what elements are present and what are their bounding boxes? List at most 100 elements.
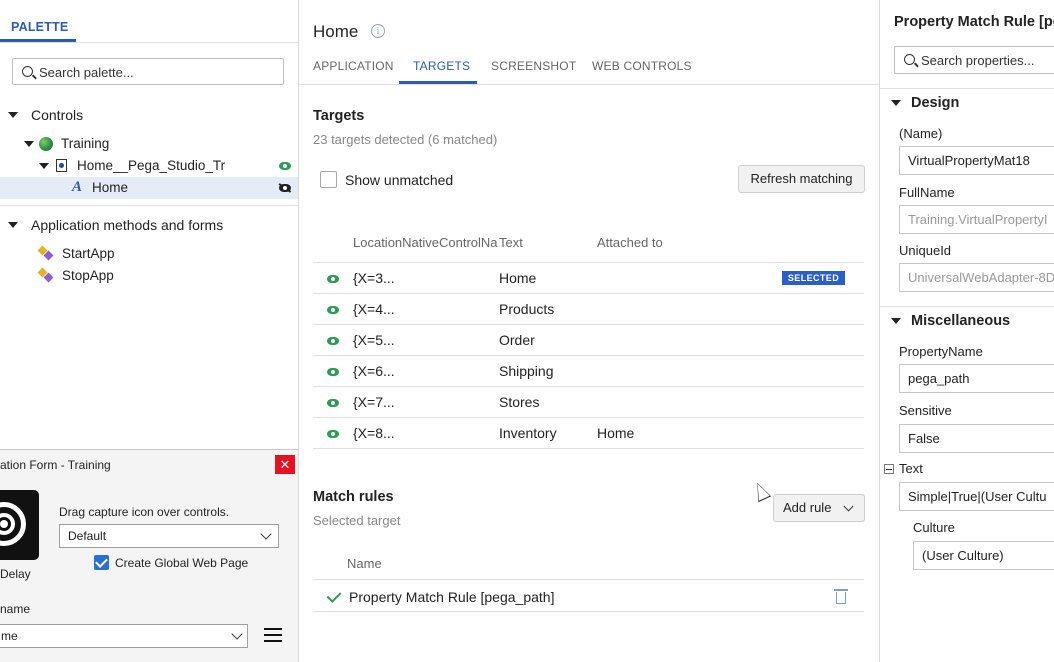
- eye-icon[interactable]: [327, 368, 339, 376]
- search-palette-placeholder: Search palette...: [39, 65, 134, 80]
- tab-targets[interactable]: TARGETS: [413, 59, 470, 73]
- method-stopapp[interactable]: StopApp: [62, 268, 114, 283]
- collapse-text-icon[interactable]: [884, 464, 894, 474]
- name-select[interactable]: me: [0, 624, 248, 648]
- row-location: {X=5...: [353, 332, 395, 348]
- tree-item-page[interactable]: Home__Pega_Studio_Tr: [77, 158, 225, 173]
- propertyname-field[interactable]: pega_path: [899, 364, 1054, 393]
- uniqueid-field[interactable]: UniversalWebAdapter-8D: [899, 263, 1054, 292]
- capture-instruction: Drag capture icon over controls.: [59, 505, 230, 519]
- rule-name[interactable]: Property Match Rule [pega_path]: [349, 589, 554, 605]
- divider: [0, 42, 298, 43]
- divider: [313, 386, 864, 387]
- tree-item-home[interactable]: Home: [92, 180, 128, 195]
- menu-icon[interactable]: [264, 628, 282, 643]
- column-header-attached[interactable]: Attached to: [597, 235, 663, 250]
- match-rules-sub: Selected target: [313, 513, 401, 528]
- global-web-page-checkbox[interactable]: [94, 555, 109, 570]
- name-label: name: [0, 602, 31, 616]
- search-palette-input[interactable]: Search palette...: [12, 58, 284, 85]
- misc-collapse-icon[interactable]: [891, 318, 901, 324]
- name-value: me: [1, 629, 18, 643]
- culture-field[interactable]: (User Culture): [913, 541, 1054, 570]
- controls-collapse-icon[interactable]: [8, 112, 18, 118]
- add-rule-button[interactable]: Add rule: [773, 494, 865, 522]
- design-collapse-icon[interactable]: [891, 100, 901, 106]
- show-unmatched-checkbox[interactable]: [320, 171, 337, 188]
- sensitive-label: Sensitive: [899, 403, 952, 418]
- training-expand-icon[interactable]: [24, 141, 34, 147]
- visible-eye-icon[interactable]: [279, 162, 291, 170]
- page-expand-icon[interactable]: [39, 163, 49, 169]
- row-location: {X=3...: [353, 270, 395, 286]
- divider: [313, 579, 864, 580]
- capture-mode-value: Default: [68, 529, 107, 543]
- column-header-text[interactable]: Text: [499, 235, 523, 250]
- divider: [313, 417, 864, 418]
- delay-label: Delay: [0, 567, 31, 581]
- row-text: Home: [499, 270, 537, 286]
- divider: [313, 611, 864, 612]
- capture-target-icon[interactable]: [0, 490, 39, 560]
- match-rules-heading: Match rules: [313, 489, 394, 505]
- name-property-field[interactable]: VirtualPropertyMat18: [899, 146, 1054, 175]
- properties-title: Property Match Rule [pe: [894, 14, 1054, 30]
- eye-icon[interactable]: [327, 430, 339, 438]
- method-startapp[interactable]: StartApp: [62, 246, 115, 261]
- divider: [299, 84, 879, 85]
- controls-section-title[interactable]: Controls: [31, 107, 83, 123]
- divider: [313, 448, 864, 449]
- row-text: Products: [499, 301, 555, 317]
- column-header-location[interactable]: LocationNativeControlNa: [353, 235, 499, 250]
- eye-icon[interactable]: [327, 275, 339, 283]
- row-text: Shipping: [499, 363, 554, 379]
- divider: [880, 88, 1054, 89]
- method-icon: [37, 245, 54, 261]
- tab-screenshot[interactable]: SCREENSHOT: [491, 59, 576, 73]
- row-text: Order: [499, 332, 535, 348]
- methods-section-title[interactable]: Application methods and forms: [31, 217, 223, 233]
- tree-item-selected-row[interactable]: [0, 177, 298, 199]
- tab-application[interactable]: APPLICATION: [313, 59, 394, 73]
- fullname-field[interactable]: Training.VirtualPropertyI: [899, 205, 1054, 234]
- uniqueid-value: UniversalWebAdapter-8D: [908, 270, 1054, 285]
- divider: [313, 355, 864, 356]
- text-field[interactable]: Simple|True|(User Cultu: [899, 482, 1054, 511]
- tree-item-training[interactable]: Training: [61, 136, 109, 151]
- row-attached: Home: [597, 425, 635, 441]
- row-location: {X=7...: [353, 394, 395, 410]
- tab-web-controls[interactable]: WEB CONTROLS: [592, 59, 692, 73]
- culture-value: (User Culture): [922, 548, 1004, 563]
- row-location: {X=4...: [353, 301, 395, 317]
- search-icon: [904, 54, 915, 65]
- trash-icon[interactable]: [834, 589, 848, 604]
- divider: [880, 306, 1054, 307]
- sensitive-field[interactable]: False: [899, 424, 1054, 453]
- palette-panel: PALETTE Search palette... Controls Train…: [0, 0, 299, 662]
- check-icon: [326, 588, 342, 603]
- add-rule-label: Add rule: [783, 500, 832, 515]
- methods-collapse-icon[interactable]: [8, 222, 18, 228]
- show-unmatched-label: Show unmatched: [345, 172, 454, 188]
- divider: [313, 324, 864, 325]
- eye-icon[interactable]: [327, 306, 339, 314]
- propertyname-label: PropertyName: [899, 344, 983, 359]
- eye-icon[interactable]: [327, 337, 339, 345]
- capture-form-window: ation Form - Training ✕ Delay Drag captu…: [0, 449, 298, 662]
- rules-column-name[interactable]: Name: [347, 556, 382, 571]
- info-icon[interactable]: i: [371, 24, 385, 38]
- close-button[interactable]: ✕: [275, 455, 295, 474]
- refresh-matching-button[interactable]: Refresh matching: [738, 165, 865, 193]
- eye-icon[interactable]: [327, 399, 339, 407]
- design-section-title[interactable]: Design: [911, 95, 959, 111]
- capture-form-title: ation Form - Training: [0, 458, 111, 472]
- text-value: Simple|True|(User Cultu: [908, 489, 1047, 504]
- properties-panel: Property Match Rule [pe Search propertie…: [880, 0, 1054, 662]
- capture-mode-select[interactable]: Default: [59, 524, 279, 548]
- page-icon: [56, 159, 67, 172]
- chevron-down-icon: [843, 501, 854, 512]
- misc-section-title[interactable]: Miscellaneous: [911, 313, 1010, 329]
- search-properties-input[interactable]: Search properties...: [894, 46, 1054, 74]
- tab-palette[interactable]: PALETTE: [11, 20, 68, 34]
- hidden-eye-icon[interactable]: [279, 184, 291, 192]
